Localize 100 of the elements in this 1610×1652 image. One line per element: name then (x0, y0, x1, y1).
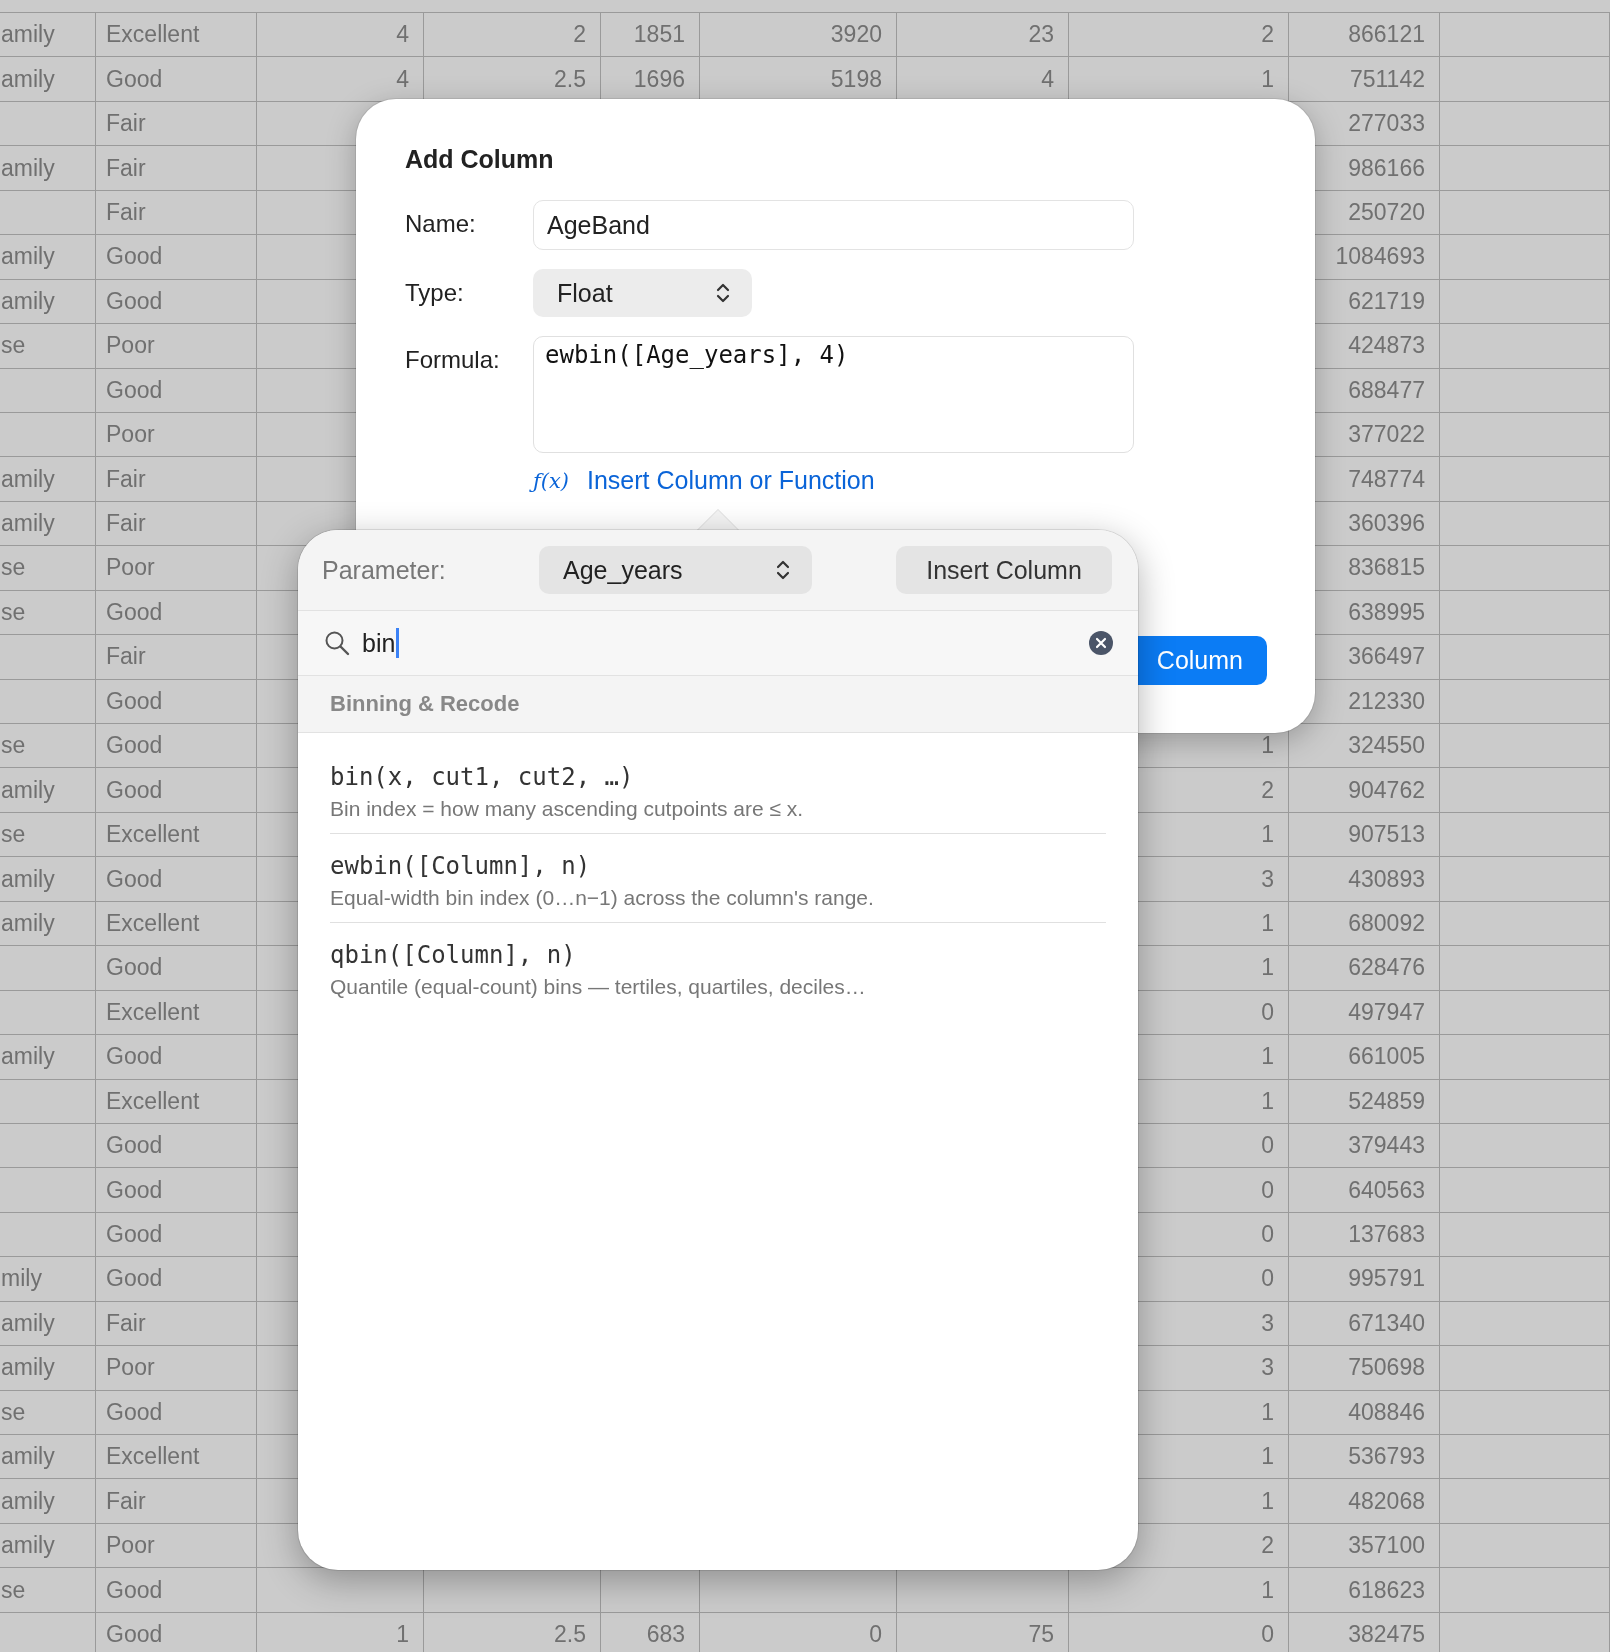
table-cell: 3920 (830, 21, 882, 49)
table-cell: 986166 (1348, 154, 1425, 182)
table-cell: Good (106, 243, 163, 271)
table-cell: 680092 (1348, 909, 1425, 937)
table-cell: Excellent (106, 21, 200, 49)
table-cell: se (1, 332, 26, 360)
table-cell: 277033 (1348, 110, 1425, 138)
table-cell: amily (1, 287, 55, 315)
table-cell: 1 (1261, 1487, 1274, 1515)
table-cell: 1851 (633, 21, 685, 49)
formula-field[interactable]: ewbin([Age_years], 4) (533, 336, 1134, 453)
table-cell: 1696 (633, 65, 685, 93)
table-cell: Poor (106, 421, 155, 449)
dialog-title: Add Column (405, 145, 555, 174)
table-cell: 2 (1261, 21, 1274, 49)
table-cell: Excellent (106, 998, 200, 1026)
function-item[interactable]: ewbin([Column], n) Equal-width bin index (0…n−1) across the column's range. (330, 834, 1106, 923)
table-cell: 640563 (1348, 1176, 1425, 1204)
table-cell: 1 (1261, 65, 1274, 93)
table-cell: 3 (1261, 1309, 1274, 1337)
table-cell: Good (106, 1398, 163, 1426)
table-cell: 4 (396, 65, 409, 93)
table-cell: 2 (573, 21, 586, 49)
table-cell: 482068 (1348, 1487, 1425, 1515)
table-cell: 524859 (1348, 1087, 1425, 1115)
table-cell: 618623 (1348, 1576, 1425, 1604)
table-cell: amily (1, 1043, 55, 1071)
table-cell: 5198 (830, 65, 882, 93)
table-cell: Good (106, 1265, 163, 1293)
table-cell: Good (106, 1221, 163, 1249)
function-signature: qbin([Column], n) (330, 941, 577, 969)
table-cell: 638995 (1348, 598, 1425, 626)
table-cell: 0 (1261, 1176, 1274, 1204)
insert-column-button[interactable]: Insert Column (896, 546, 1112, 594)
table-cell: se (1, 598, 26, 626)
table-cell: amily (1, 909, 55, 937)
table-cell: amily (1, 1309, 55, 1337)
table-cell: Poor (106, 332, 155, 360)
table-cell: 0 (1261, 998, 1274, 1026)
table-cell: Good (106, 598, 163, 626)
table-cell: 907513 (1348, 821, 1425, 849)
type-popup[interactable]: Float (533, 269, 752, 317)
table-cell: 2.5 (554, 65, 586, 93)
table-cell: se (1, 732, 26, 760)
table-cell: amily (1, 865, 55, 893)
table-cell: Fair (106, 1309, 146, 1337)
table-cell: Good (106, 954, 163, 982)
table-cell: amily (1, 1532, 55, 1560)
parameter-label: Parameter: (322, 555, 447, 585)
table-cell: 4 (396, 21, 409, 49)
table-cell: amily (1, 465, 55, 493)
table-cell: Good (106, 1576, 163, 1604)
function-description: Equal-width bin index (0…n−1) across the column's range. (330, 886, 875, 910)
table-cell: se (1, 1398, 26, 1426)
function-description: Bin index = how many ascending cutpoints are ≤ x. (330, 797, 805, 821)
table-cell: 866121 (1348, 21, 1425, 49)
insert-link[interactable]: Insert Column or Function (587, 466, 875, 495)
function-item[interactable]: qbin([Column], n) Quantile (equal-count) bins — tertiles, quartiles, deciles… (330, 923, 1106, 1011)
table-cell: 683 (646, 1620, 685, 1648)
table-cell: 1084693 (1335, 243, 1425, 271)
name-field[interactable]: AgeBand (533, 200, 1134, 250)
section-header: Binning & Recode (298, 676, 1138, 733)
table-cell: 0 (1261, 1620, 1274, 1648)
table-cell: Good (106, 687, 163, 715)
table-cell: amily (1, 154, 55, 182)
search-field[interactable]: bin (362, 628, 396, 658)
table-cell: Poor (106, 554, 155, 582)
table-cell: 23 (1028, 21, 1054, 49)
table-cell: 750698 (1348, 1354, 1425, 1382)
parameter-popup[interactable]: Age_years (539, 546, 812, 594)
field-label: Type: (405, 278, 465, 308)
table-cell: 1 (1261, 1087, 1274, 1115)
table-cell: amily (1, 1487, 55, 1515)
table-cell: Good (106, 1132, 163, 1160)
table-cell: amily (1, 776, 55, 804)
table-cell: 360396 (1348, 510, 1425, 538)
table-cell: Poor (106, 1354, 155, 1382)
table-cell: se (1, 1576, 26, 1604)
table-cell: Fair (106, 465, 146, 493)
table-cell: 3 (1261, 865, 1274, 893)
table-cell: Good (106, 1043, 163, 1071)
table-cell: amily (1, 243, 55, 271)
clear-icon[interactable] (1088, 630, 1114, 656)
table-cell: amily (1, 21, 55, 49)
table-cell: se (1, 554, 26, 582)
table-cell: amily (1, 65, 55, 93)
function-item[interactable]: bin(x, cut1, cut2, …) Bin index = how many ascending cutpoints are ≤ x. (330, 745, 1106, 834)
table-cell: 751142 (1349, 65, 1425, 93)
table-cell: 904762 (1348, 776, 1425, 804)
table-cell: Good (106, 1620, 163, 1648)
table-cell: 671340 (1348, 1309, 1425, 1337)
chevrons-icon (716, 282, 730, 304)
table-cell: Good (106, 865, 163, 893)
table-cell: amily (1, 1354, 55, 1382)
table-cell: 2 (1261, 1532, 1274, 1560)
search-icon (324, 630, 350, 656)
function-description: Quantile (equal-count) bins — tertiles, quartiles, deciles… (330, 975, 867, 999)
table-cell: 836815 (1348, 554, 1425, 582)
field-label: Name: (405, 209, 477, 239)
table-cell: Good (106, 65, 163, 93)
